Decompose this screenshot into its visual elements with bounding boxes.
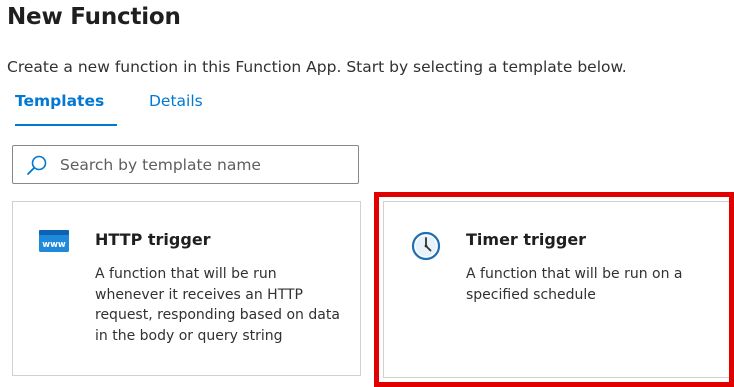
www-icon: www [39,230,69,256]
search-icon [26,154,48,176]
new-function-page: New Function Create a new function in th… [0,0,734,387]
clock-icon [410,230,442,266]
template-search-box[interactable] [12,145,359,184]
card-title: Timer trigger [466,230,587,249]
tab-details[interactable]: Details [149,92,203,110]
svg-text:www: www [42,240,66,250]
page-subtitle: Create a new function in this Function A… [7,58,627,76]
card-description: A function that will be run on a specifi… [466,266,683,303]
search-input[interactable] [60,155,340,174]
page-title: New Function [7,4,181,30]
card-title: HTTP trigger [95,230,211,249]
card-description: A function that will be run whenever it … [95,266,340,344]
template-card-http-trigger[interactable]: www HTTP trigger A function that will be… [12,201,361,376]
template-card-timer-trigger[interactable]: Timer trigger A function that will be ru… [383,201,730,378]
tab-templates[interactable]: Templates [15,92,104,110]
active-tab-indicator [15,124,117,126]
